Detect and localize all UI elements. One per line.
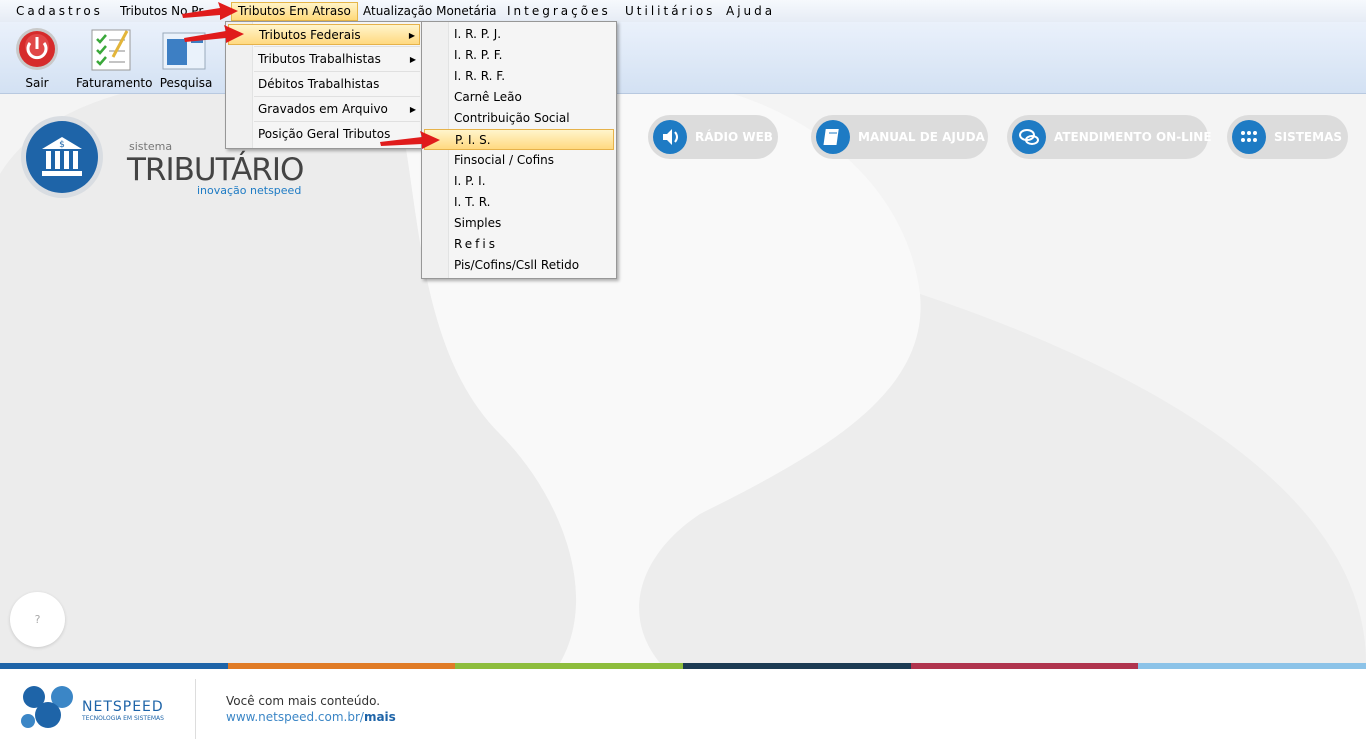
menu-item-label: Finsocial / Cofins [454, 153, 554, 167]
radio-web-button[interactable]: RÁDIO WEB [648, 115, 778, 159]
power-icon [16, 28, 58, 70]
footer-text: Você com mais conteúdo. [226, 694, 381, 708]
footer: NETSPEED TECNOLOGIA EM SISTEMAS Você com… [0, 669, 1366, 745]
menu-item-label: Carnê Leão [454, 90, 522, 104]
book-icon [823, 129, 839, 145]
checklist-icon [91, 29, 131, 71]
sair-label: Sair [25, 76, 49, 90]
menu-item-pis[interactable]: P. I. S. [424, 129, 614, 150]
menu-item-pis-cofins-csll[interactable]: Pis/Cofins/Csll Retido [424, 255, 614, 276]
footer-link[interactable]: www.netspeed.com.br/mais [226, 710, 396, 724]
menu-utilitarios[interactable]: Utilitários [625, 3, 715, 20]
annotation-arrow-menu [182, 2, 238, 20]
menu-cadastros[interactable]: Cadastros [16, 3, 103, 20]
menu-item-label: Pis/Cofins/Csll Retido [454, 258, 580, 272]
sistemas-label: SISTEMAS [1274, 130, 1343, 144]
netspeed-brand: NETSPEED [82, 699, 164, 715]
menu-item-label: Gravados em Arquivo [258, 102, 388, 116]
menu-item-label: I. P. I. [454, 174, 486, 188]
chat-icon [1019, 129, 1039, 145]
manual-ajuda-button[interactable]: MANUAL DE AJUDA [811, 115, 988, 159]
menu-item-label: P. I. S. [455, 133, 491, 147]
main-area: $ sistema TRIBUTÁRIO inovação netspeed R… [0, 94, 1366, 663]
faturamento-button[interactable]: Faturamento [76, 24, 153, 92]
menu-tributos-em-atraso[interactable]: Tributos Em Atraso [231, 2, 358, 21]
submenu-arrow-icon: ▶ [408, 31, 415, 40]
submenu-arrow-icon: ▶ [409, 55, 416, 64]
menu-item-label: I. T. R. [454, 195, 491, 209]
menu-item-carne-leao[interactable]: Carnê Leão [424, 87, 614, 108]
footer-link-bold: mais [363, 710, 396, 724]
menu-item-label: Simples [454, 216, 502, 230]
bank-icon: $ [42, 137, 82, 176]
sistemas-button[interactable]: SISTEMAS [1227, 115, 1348, 159]
netspeed-logo-icon [21, 686, 73, 728]
menu-item-contribuicao-social[interactable]: Contribuição Social [424, 108, 614, 129]
branding-subtitle: inovação netspeed [197, 184, 302, 197]
menu-item-label: Posição Geral Tributos [258, 127, 391, 141]
menu-federais-dropdown: I. R. P. J. I. R. P. F. I. R. R. F. Carn… [421, 21, 617, 279]
menu-integracoes[interactable]: Integrações [507, 3, 611, 20]
netspeed-tagline: TECNOLOGIA EM SISTEMAS [82, 715, 164, 722]
menu-atualizacao-monetaria[interactable]: Atualização Monetária [363, 3, 496, 20]
help-bubble[interactable]: ? [10, 592, 65, 647]
menu-item-label: Débitos Trabalhistas [258, 77, 380, 91]
menu-item-ipi[interactable]: I. P. I. [424, 171, 614, 192]
footer-link-prefix: www.netspeed.com.br/ [226, 710, 364, 724]
menu-item-finsocial-cofins[interactable]: Finsocial / Cofins [424, 150, 614, 171]
menu-item-label: I. R. P. F. [454, 48, 503, 62]
grid-icon [1241, 131, 1257, 142]
menu-item-label: Contribuição Social [454, 111, 570, 125]
manual-ajuda-label: MANUAL DE AJUDA [858, 130, 985, 144]
menu-item-itr[interactable]: I. T. R. [424, 192, 614, 213]
menu-item-label: Refis [454, 237, 498, 251]
menu-item-irpj[interactable]: I. R. P. J. [424, 24, 614, 45]
atendimento-online-label: ATENDIMENTO ON-LINE [1054, 130, 1212, 144]
menu-item-refis[interactable]: Refis [424, 234, 614, 255]
system-logo: $ [21, 116, 103, 198]
menu-item-label: I. R. R. F. [454, 69, 506, 83]
sair-button[interactable]: Sair [2, 24, 72, 92]
menu-item-simples[interactable]: Simples [424, 213, 614, 234]
menu-item-label: Tributos Federais [259, 28, 361, 42]
atendimento-online-button[interactable]: ATENDIMENTO ON-LINE [1007, 115, 1212, 159]
speaker-icon [663, 129, 678, 145]
annotation-arrow-pis [380, 131, 440, 149]
menu-item-tributos-trabalhistas[interactable]: Tributos Trabalhistas ▶ [228, 49, 420, 70]
pesquisa-label: Pesquisa [159, 76, 213, 90]
menu-item-irrf[interactable]: I. R. R. F. [424, 66, 614, 87]
menu-item-label: I. R. P. J. [454, 27, 502, 41]
menu-item-debitos-trabalhistas[interactable]: Débitos Trabalhistas [228, 74, 420, 95]
menu-item-gravados-arquivo[interactable]: Gravados em Arquivo ▶ [228, 99, 420, 120]
radio-web-label: RÁDIO WEB [695, 130, 773, 144]
footer-divider [195, 679, 196, 739]
menu-ajuda[interactable]: Ajuda [726, 3, 775, 20]
submenu-arrow-icon: ▶ [409, 105, 416, 114]
menu-item-label: Tributos Trabalhistas [258, 52, 381, 66]
annotation-arrow-federais [184, 25, 244, 43]
menu-item-irpf[interactable]: I. R. P. F. [424, 45, 614, 66]
faturamento-label: Faturamento [76, 76, 153, 90]
menu-item-tributos-federais[interactable]: Tributos Federais ▶ [228, 24, 420, 45]
branding-title: TRIBUTÁRIO [127, 152, 304, 188]
svg-text:$: $ [59, 140, 65, 150]
